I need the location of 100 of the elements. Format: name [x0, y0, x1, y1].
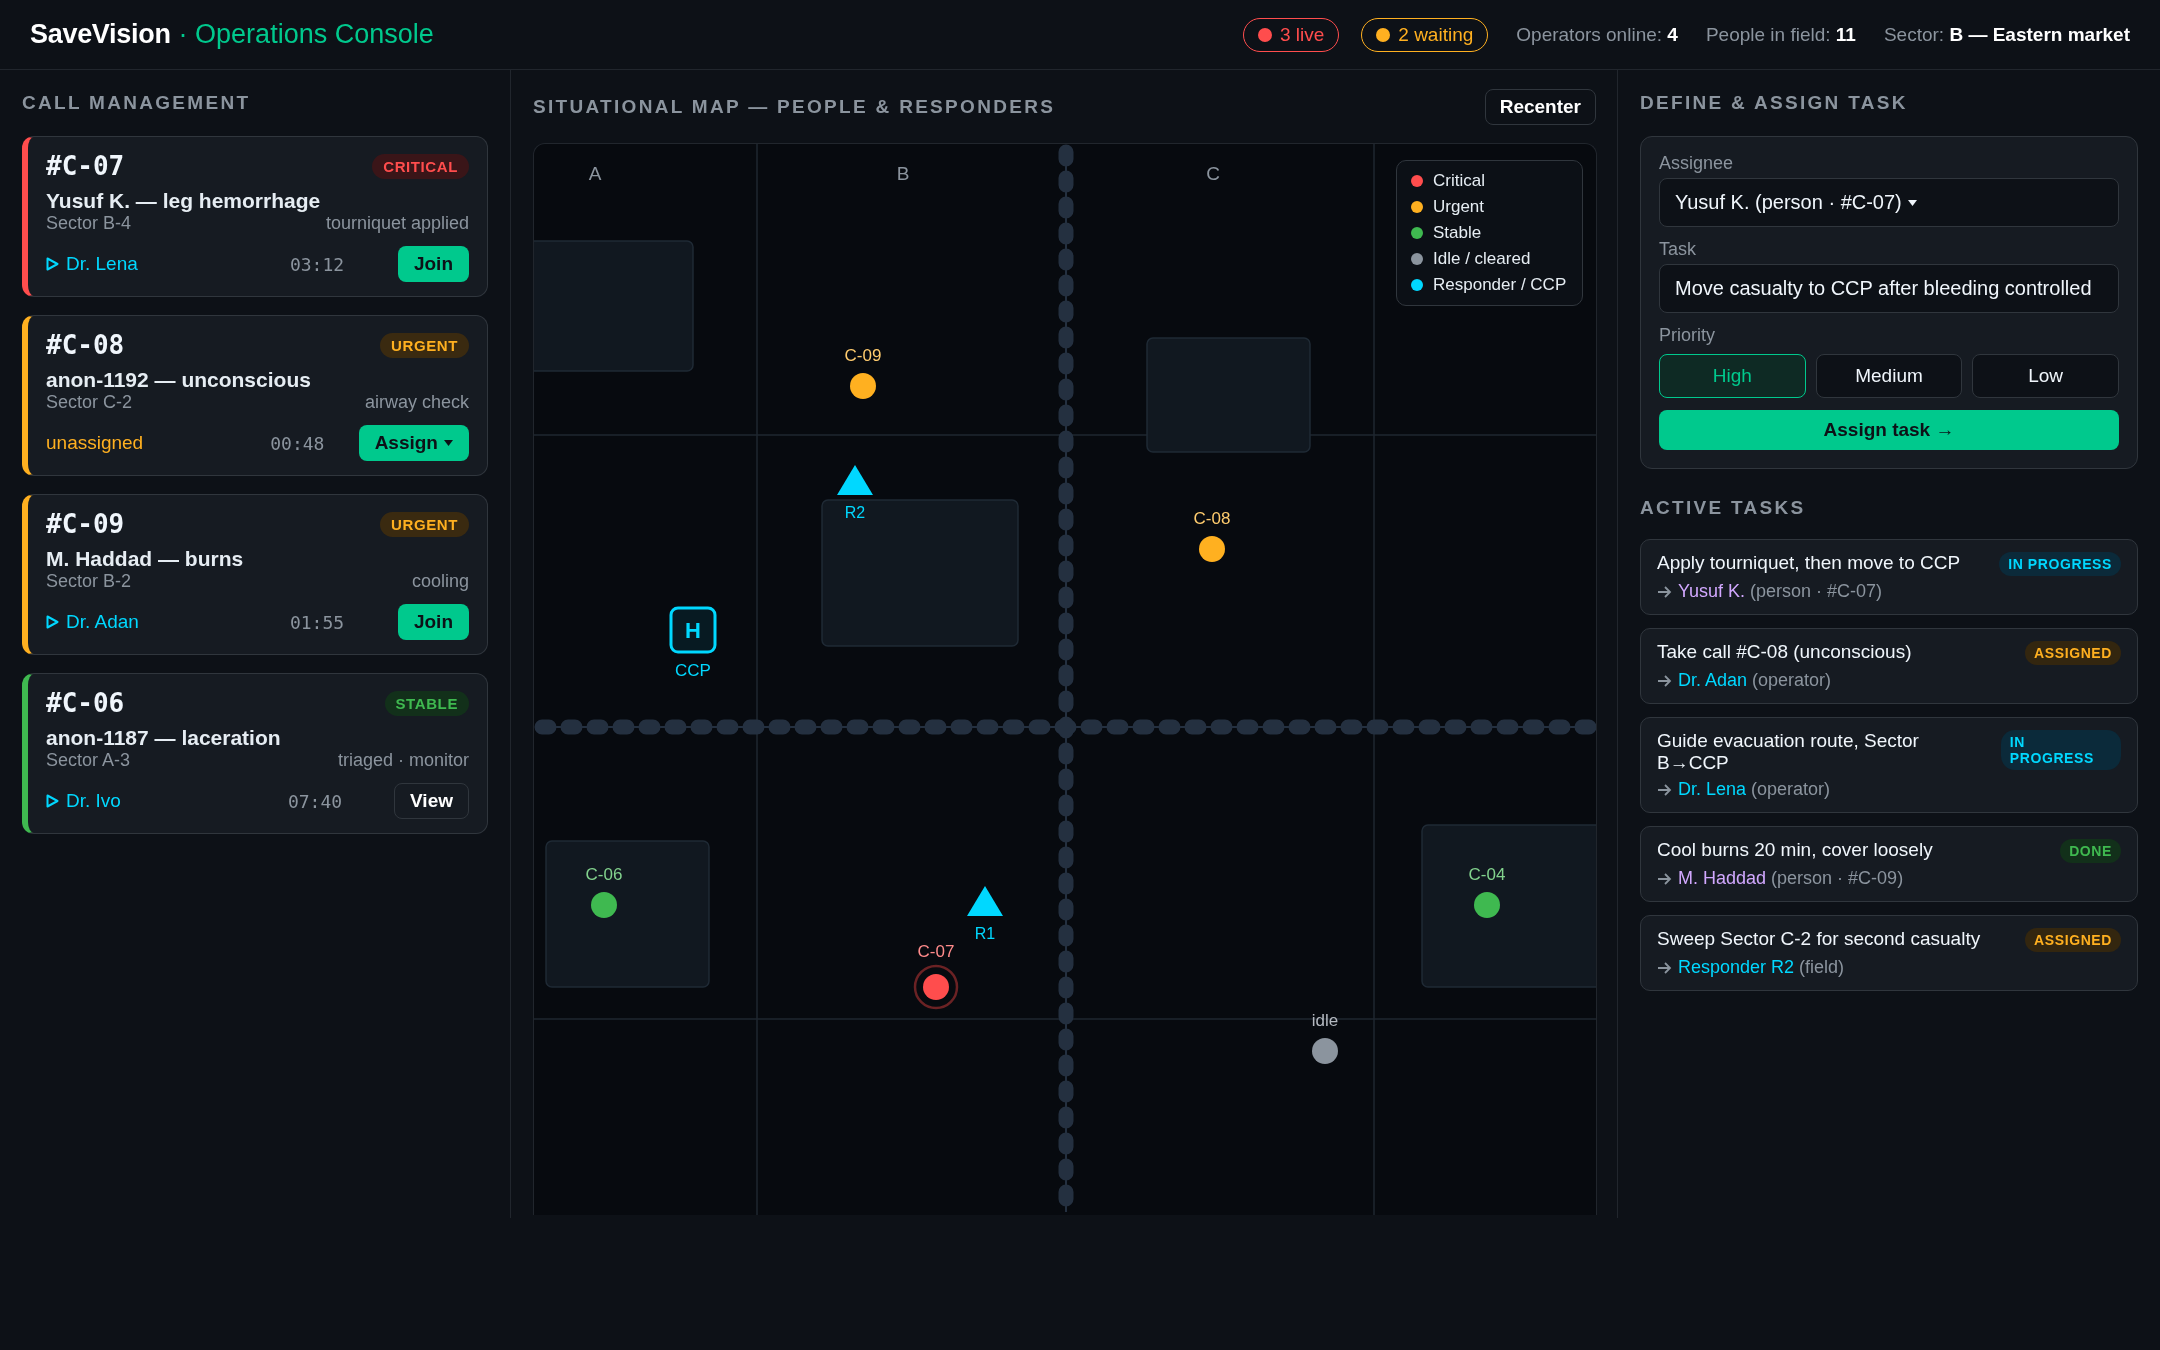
- caret-icon: [444, 440, 453, 446]
- marker-label: R2: [844, 504, 866, 521]
- marker-label: CCP: [675, 661, 711, 680]
- section-heading: SITUATIONAL MAP — PEOPLE & RESPONDERS: [533, 96, 1056, 118]
- call-card[interactable]: #C-07 CRITICAL Yusuf K. — leg hemorrhage Sector B-4 tourniquet applied Dr. Lena 03:12 Join: [22, 136, 488, 297]
- stat-text: Sector: B — Eastern market: [1883, 23, 2130, 46]
- marker-label: C-07: [917, 942, 955, 961]
- unassigned-text: unassigned: [46, 432, 144, 454]
- arrow-icon: [1657, 961, 1672, 974]
- task-title: Sweep Sector C-2 for second casualty: [1657, 928, 1981, 950]
- casualty-marker[interactable]: [1474, 892, 1500, 918]
- legend-label: Critical: [1433, 171, 1485, 191]
- call-id: #C-07: [46, 151, 125, 181]
- call-title: Yusuf K. — leg hemorrhage: [46, 189, 322, 213]
- severity-badge: STABLE: [384, 690, 469, 716]
- severity-badge: CRITICAL: [372, 153, 469, 179]
- call-title: anon-1187 — laceration: [46, 726, 282, 750]
- status-note: cooling: [411, 571, 469, 592]
- sector-text: Sector B-4: [46, 213, 132, 234]
- task-input[interactable]: Move casualty to CCP after bleeding controlled: [1659, 264, 2119, 313]
- task-card[interactable]: Cool burns 20 min, cover loosely DONE M. Haddad (person · #C-09): [1640, 826, 2138, 902]
- severity-badge: URGENT: [380, 511, 469, 537]
- priority-option[interactable]: Medium: [1815, 354, 1963, 398]
- marker-label: C-06: [585, 865, 623, 884]
- brand-name: SaveVision: [30, 19, 171, 50]
- priority-option[interactable]: High: [1659, 354, 1806, 398]
- status-badge: IN PROGRESS: [2000, 730, 2121, 770]
- play-icon: [46, 794, 59, 808]
- assignee-text: Yusuf K. (person · #C-07): [1678, 581, 1883, 602]
- column-label: A: [588, 163, 602, 184]
- call-card[interactable]: #C-08 URGENT anon-1192 — unconscious Sector C-2 airway check unassigned 00:48 Assign: [22, 315, 488, 476]
- casualty-marker[interactable]: [1199, 536, 1225, 562]
- casualty-marker[interactable]: [591, 892, 617, 918]
- call-id: #C-08: [46, 330, 125, 360]
- recenter-button[interactable]: Recenter: [1484, 89, 1596, 125]
- status-note: airway check: [364, 392, 469, 413]
- status-badge: DONE: [2060, 839, 2121, 863]
- severity-badge: URGENT: [380, 332, 469, 358]
- task-card[interactable]: Take call #C-08 (unconscious) ASSIGNED Dr. Adan (operator): [1640, 628, 2138, 704]
- marker-label: C-09: [844, 346, 882, 365]
- assign-task-button[interactable]: Assign task →: [1659, 410, 2119, 450]
- responder-marker[interactable]: [967, 886, 1003, 916]
- call-timer: 01:55: [289, 611, 345, 633]
- call-title: M. Haddad — burns: [46, 547, 245, 571]
- ccp-marker[interactable]: H: [669, 606, 717, 654]
- assign-dropdown[interactable]: Assign: [358, 425, 469, 461]
- sector-text: Sector A-3: [46, 750, 131, 771]
- field-label: Task: [1659, 239, 1697, 260]
- status-note: tourniquet applied: [325, 213, 469, 234]
- map-area[interactable]: A B C C-09 R2 C-08 H CCP C-06 C-04 R1 C-07 idle Critical Urgent Stable Idle / cleared Responder / CCP: [533, 143, 1597, 1215]
- assignee-select[interactable]: Yusuf K. (person · #C-07): [1659, 178, 2119, 227]
- task-card[interactable]: Apply tourniquet, then move to CCP IN PROGRESS Yusuf K. (person · #C-07): [1640, 539, 2138, 615]
- marker-label: R1: [974, 925, 996, 942]
- operator-link[interactable]: Dr. Adan: [66, 611, 139, 633]
- legend-label: Urgent: [1433, 197, 1485, 217]
- status-note: triaged · monitor: [337, 750, 469, 771]
- column-label: C: [1206, 163, 1220, 184]
- call-card[interactable]: #C-06 STABLE anon-1187 — laceration Sector A-3 triaged · monitor Dr. Ivo 07:40 View: [22, 673, 488, 834]
- marker-label: C-04: [1468, 865, 1506, 884]
- action-button[interactable]: View: [394, 783, 469, 819]
- task-card[interactable]: Sweep Sector C-2 for second casualty ASSIGNED Responder R2 (field): [1640, 915, 2138, 991]
- action-button[interactable]: Join: [397, 246, 469, 282]
- legend-label: Stable: [1433, 223, 1482, 243]
- caret-icon: [1907, 199, 1917, 206]
- casualty-marker[interactable]: [1312, 1038, 1338, 1064]
- column-label: B: [896, 163, 910, 184]
- sector-text: Sector C-2: [46, 392, 133, 413]
- sector-text: Sector B-2: [46, 571, 132, 592]
- operator-link[interactable]: Dr. Lena: [66, 253, 138, 275]
- marker-label: C-08: [1193, 509, 1231, 528]
- arrow-icon: [1657, 783, 1672, 796]
- task-title: Take call #C-08 (unconscious): [1657, 641, 1912, 663]
- action-button[interactable]: Join: [397, 604, 469, 640]
- call-title: anon-1192 — unconscious: [46, 368, 312, 392]
- operator-link[interactable]: Dr. Ivo: [66, 790, 121, 812]
- casualty-marker[interactable]: [923, 974, 949, 1000]
- call-card[interactable]: #C-09 URGENT M. Haddad — burns Sector B-2 cooling Dr. Adan 01:55 Join: [22, 494, 488, 655]
- status-badge: IN PROGRESS: [1999, 552, 2121, 576]
- field-label: Assignee: [1659, 153, 1735, 174]
- status-badge: ASSIGNED: [2025, 928, 2121, 952]
- assignee-text: Dr. Lena (operator): [1678, 779, 1831, 800]
- section-heading: DEFINE & ASSIGN TASK: [1640, 92, 1909, 114]
- task-title: Apply tourniquet, then move to CCP: [1657, 552, 1961, 574]
- stat-text: People in field: 11: [1705, 23, 1856, 46]
- responder-marker[interactable]: [837, 465, 873, 495]
- call-timer: 03:12: [289, 253, 345, 275]
- priority-option[interactable]: Low: [1972, 354, 2119, 398]
- arrow-icon: [1657, 674, 1672, 687]
- call-id: #C-06: [46, 688, 125, 718]
- legend-label: Idle / cleared: [1433, 249, 1531, 269]
- legend-label: Responder / CCP: [1433, 275, 1567, 295]
- arrow-icon: [1657, 872, 1672, 885]
- casualty-marker[interactable]: [850, 373, 876, 399]
- task-card[interactable]: Guide evacuation route, Sector B→CCP IN PROGRESS Dr. Lena (operator): [1640, 717, 2138, 813]
- assignee-text: Responder R2 (field): [1678, 957, 1845, 978]
- status-badge: ASSIGNED: [2025, 641, 2121, 665]
- call-id: #C-09: [46, 509, 125, 539]
- arrow-icon: [1657, 585, 1672, 598]
- call-timer: 07:40: [287, 790, 343, 812]
- assignee-text: M. Haddad (person · #C-09): [1678, 868, 1904, 889]
